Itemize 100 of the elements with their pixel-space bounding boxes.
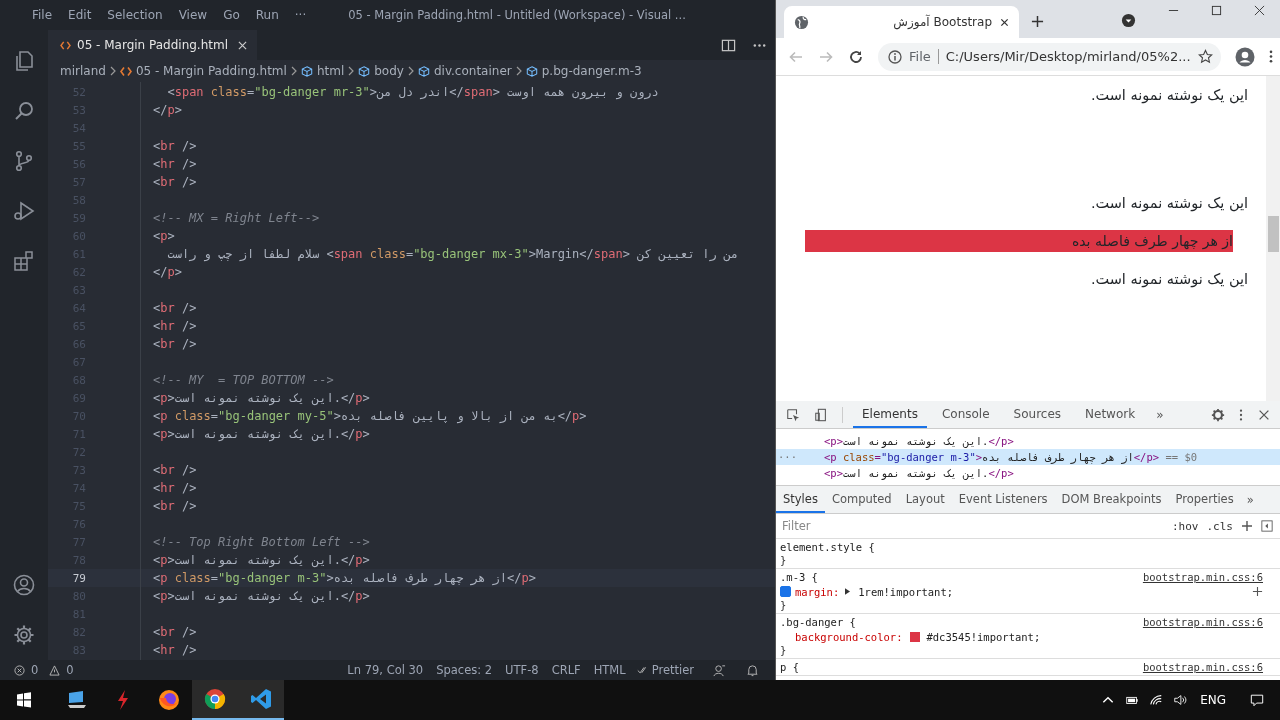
settings-icon[interactable] [12, 623, 36, 647]
class-button[interactable]: .cls [1206, 519, 1233, 533]
globe-icon [794, 14, 809, 30]
notification-icon[interactable] [1250, 693, 1264, 707]
breadcrumb-item[interactable]: div.container [433, 64, 512, 78]
panel-tab[interactable]: Computed [824, 486, 899, 513]
source-link[interactable]: bootstrap.min.css:6 [1142, 616, 1263, 628]
danger-paragraph: از هر چهار طرف فاصله بده [805, 230, 1233, 252]
code-line: <hr /> [153, 319, 197, 333]
device-icon[interactable] [814, 407, 828, 422]
checkbox[interactable] [780, 586, 791, 597]
paragraph: این یک نوشته نمونه است. [1089, 194, 1248, 214]
more-tabs-button[interactable]: » [1150, 407, 1170, 422]
code-line: <hr /> [153, 157, 197, 171]
bell-icon[interactable] [746, 663, 759, 677]
status-item[interactable]: Prettier [651, 663, 701, 677]
kebab-icon[interactable] [1239, 407, 1243, 422]
devtools-tab[interactable]: Network [1076, 401, 1145, 428]
split-editor-icon[interactable] [721, 37, 736, 53]
code-editor-icon[interactable] [249, 687, 273, 711]
menu-icon[interactable] [1269, 49, 1273, 64]
extensions-icon[interactable] [12, 249, 36, 273]
menu-item[interactable]: Selection [99, 8, 171, 22]
code-line: <hr /> [153, 643, 197, 657]
breadcrumb-item[interactable]: body [374, 64, 404, 78]
status-item[interactable]: UTF-8 [503, 663, 546, 677]
expand-icon[interactable] [845, 588, 851, 595]
breadcrumb-item[interactable]: html [316, 64, 345, 78]
windows-icon[interactable] [16, 692, 32, 708]
panel-tab[interactable]: Properties [1168, 486, 1241, 513]
feedback-icon[interactable] [713, 663, 726, 677]
warning-icon[interactable] [49, 664, 61, 676]
address-bar[interactable]: File C:/Users/Mir/Desktop/mirland/05%2... [878, 42, 1221, 71]
chevron-icon [515, 66, 522, 76]
devtools-tab[interactable]: Console [932, 401, 999, 428]
speaker-icon[interactable] [1173, 693, 1188, 707]
code-line: <br /> [153, 625, 197, 639]
double-check-icon[interactable] [636, 664, 648, 676]
menu-item[interactable]: Edit [60, 8, 100, 22]
scrollbar[interactable] [1266, 76, 1280, 401]
breadcrumb-item[interactable]: 05 - Margin Padding.html [135, 64, 287, 78]
code-line: <!-- MY = TOP BOTTOM --> [153, 373, 334, 387]
source-link[interactable]: bootstrap.min.css:6 [1142, 661, 1263, 673]
close-icon[interactable] [1254, 5, 1265, 16]
code-line: <br /> [153, 463, 197, 477]
wifi-icon[interactable] [1149, 693, 1164, 707]
settings-icon[interactable] [1211, 407, 1225, 422]
css-property: background-color: [795, 630, 903, 643]
source-link[interactable]: bootstrap.min.css:6 [1142, 571, 1263, 583]
reload-icon[interactable] [848, 48, 864, 65]
browser-icon[interactable] [157, 688, 181, 712]
profile-icon[interactable] [1235, 46, 1255, 67]
breadcrumb-item[interactable]: mirland [60, 64, 106, 78]
error-icon[interactable] [14, 664, 25, 676]
css-value: 1rem!important; [858, 585, 954, 598]
color-swatch[interactable] [910, 631, 921, 642]
status-item[interactable]: Ln 79, Col 30 [345, 663, 431, 677]
tab-search-icon[interactable] [1121, 13, 1136, 28]
paragraph: این یک نوشته نمونه است. [1089, 270, 1248, 290]
file-tab[interactable]: 05 - Margin Padding.html [48, 30, 258, 60]
hover-state-button[interactable]: :hov [1172, 519, 1199, 533]
closing-brace: } [780, 554, 788, 567]
status-item[interactable]: CRLF [549, 663, 588, 677]
breadcrumb-item[interactable]: p.bg-danger.m-3 [541, 64, 642, 78]
menu-item[interactable]: View [170, 8, 216, 22]
sidebar-toggle-icon[interactable] [1261, 520, 1273, 532]
ellipsis[interactable]: ··· [778, 451, 797, 463]
menu-item[interactable]: Run [247, 8, 287, 22]
line-number: 79 [71, 571, 86, 585]
close-icon[interactable] [1000, 17, 1009, 27]
devtools-tab[interactable]: Sources [1004, 401, 1071, 428]
run-debug-icon[interactable] [12, 199, 36, 223]
menu-item[interactable]: ··· [286, 8, 315, 22]
menu-item[interactable]: File [24, 8, 61, 22]
panel-tab[interactable]: Layout [898, 486, 952, 513]
add-icon[interactable] [1252, 586, 1263, 597]
code-line: <!-- Top Right Bottom Left --> [153, 535, 370, 549]
devtools-tab[interactable]: Elements [853, 401, 927, 428]
cube-icon [525, 65, 538, 77]
code-line: <!-- MX = Right Left--> [153, 211, 320, 225]
status-item[interactable]: HTML [591, 663, 633, 677]
code-line: <br /> [153, 175, 197, 189]
browser-icon[interactable] [203, 687, 227, 711]
language-indicator[interactable]: ENG [1200, 693, 1226, 707]
panel-tab[interactable]: Styles [776, 486, 825, 513]
panel-tab[interactable]: Event Listeners [951, 486, 1055, 513]
menu-item[interactable]: Go [215, 8, 248, 22]
maximize-icon[interactable] [1211, 5, 1222, 16]
inspect-icon[interactable] [786, 407, 800, 422]
account-icon[interactable] [12, 573, 36, 597]
panel-tab[interactable]: DOM Breakpoints [1054, 486, 1169, 513]
add-icon[interactable] [1241, 520, 1253, 532]
error-count[interactable]: 0 [29, 663, 46, 677]
warning-count[interactable]: 0 [64, 663, 81, 677]
status-item[interactable]: Spaces: 2 [434, 663, 500, 677]
browser-tab[interactable]: آموزش Bootstrap [784, 6, 1019, 38]
css-property: margin: [795, 585, 840, 598]
new-tab-icon[interactable] [1031, 15, 1044, 28]
more-tabs-button[interactable]: » [1240, 492, 1260, 507]
chevron-icon [407, 66, 414, 76]
